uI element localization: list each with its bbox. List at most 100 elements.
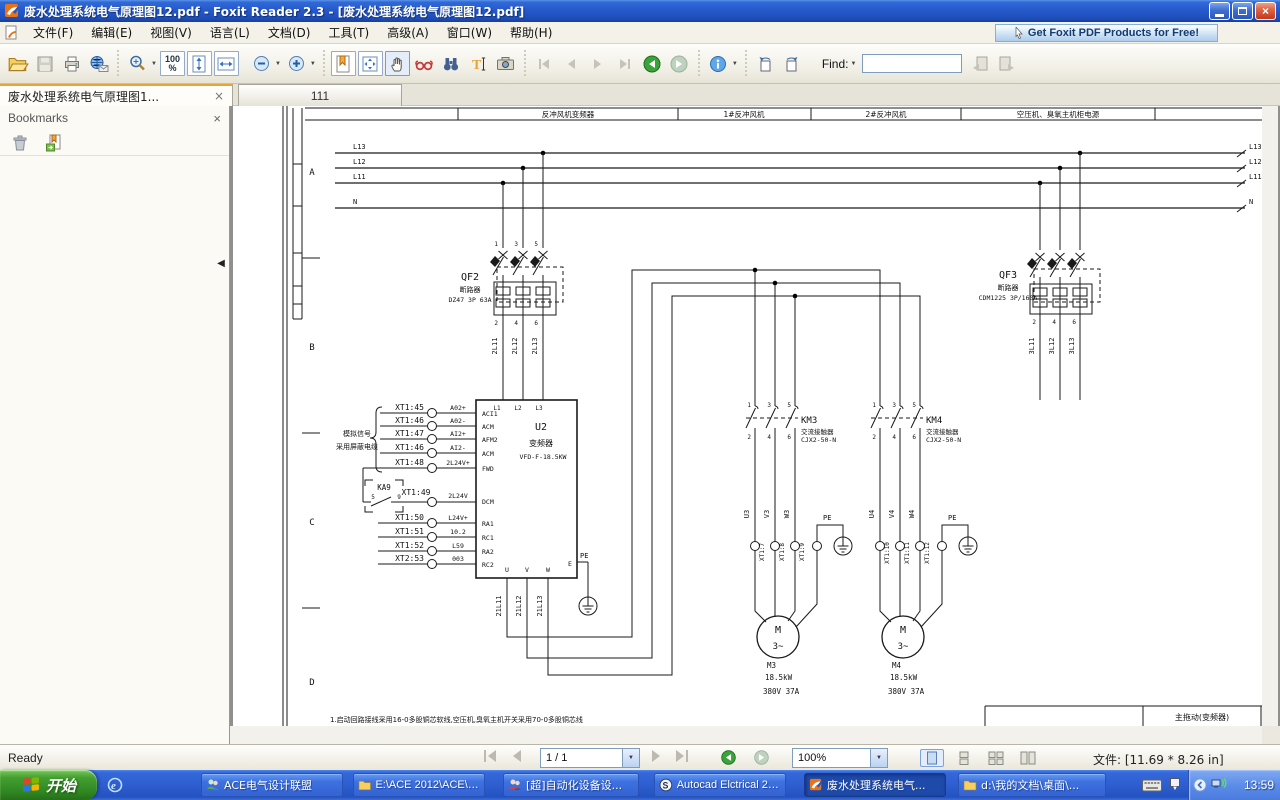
header-cell-4: 空压机、臭氧主机柜电源 bbox=[1017, 109, 1100, 119]
quick-launch-ie[interactable]: e bbox=[104, 774, 126, 796]
facing-layout-button[interactable] bbox=[984, 749, 1008, 767]
foxit-promo-banner[interactable]: Get Foxit PDF Products for Free! bbox=[995, 24, 1218, 42]
menu-window[interactable]: 窗口(W) bbox=[438, 21, 501, 44]
next-page-button[interactable] bbox=[585, 50, 612, 77]
find-caret[interactable]: ▼ bbox=[851, 61, 857, 67]
hand-tool-button[interactable] bbox=[385, 51, 410, 76]
vertical-scrollbar[interactable] bbox=[1262, 106, 1278, 726]
u2-w: W bbox=[546, 566, 550, 574]
km3-term: 2 bbox=[747, 434, 751, 441]
menu-document[interactable]: 文档(D) bbox=[259, 21, 320, 44]
print-button[interactable] bbox=[58, 50, 85, 77]
back-status-button[interactable] bbox=[720, 749, 737, 766]
close-button[interactable]: × bbox=[1255, 2, 1276, 20]
reader-mode-button[interactable] bbox=[411, 50, 438, 77]
tab-second[interactable]: 111 bbox=[238, 84, 402, 106]
qf2-wire-1: 2L11 bbox=[491, 338, 499, 355]
m4-symbol: M bbox=[900, 625, 906, 636]
hide-icons-chevron[interactable] bbox=[1193, 778, 1207, 792]
email-button[interactable] bbox=[85, 50, 112, 77]
menu-view[interactable]: 视图(V) bbox=[141, 21, 201, 44]
last-page-status-button[interactable] bbox=[676, 750, 688, 762]
zoom-tool-button[interactable] bbox=[124, 50, 151, 77]
next-page-status-button[interactable] bbox=[652, 750, 660, 762]
sidebar-collapse-handle[interactable]: ◀ bbox=[213, 250, 229, 276]
menu-help[interactable]: 帮助(H) bbox=[501, 21, 561, 44]
zoom-combo[interactable]: 100% ▼ bbox=[792, 748, 888, 768]
km3-term: 5 bbox=[787, 402, 791, 409]
pdf-page[interactable]: 反冲风机变频器 1#反冲风机 2#反冲风机 空压机、臭氧主机柜电源 A B C … bbox=[230, 106, 1262, 726]
forward-button[interactable] bbox=[666, 50, 693, 77]
zoom-out-button[interactable] bbox=[248, 50, 275, 77]
continuous-layout-button[interactable] bbox=[952, 749, 976, 767]
scrollbar-corner bbox=[1262, 726, 1280, 744]
zoom-in-caret[interactable]: ▼ bbox=[310, 61, 316, 67]
zoom-100-button[interactable]: 100% bbox=[160, 51, 185, 76]
taskbar-item-explorer-docs[interactable]: d:\我的文档\桌面\... bbox=[958, 773, 1106, 797]
search-button[interactable] bbox=[438, 50, 465, 77]
qf2-term: 1 bbox=[494, 241, 498, 248]
taskbar-item-autocad[interactable]: S Autocad Elctrical 20... bbox=[654, 773, 786, 797]
restore-button[interactable] bbox=[1232, 2, 1253, 20]
taskbar-item-ace-forum[interactable]: ACE电气设计联盟 bbox=[201, 773, 343, 797]
taskbar-item-foxit-active[interactable]: 废水处理系统电气... bbox=[804, 773, 946, 797]
page-number-combo[interactable]: 1 / 1 ▼ bbox=[540, 748, 640, 768]
menu-advanced[interactable]: 高级(A) bbox=[378, 21, 438, 44]
prev-page-button[interactable] bbox=[558, 50, 585, 77]
text-select-button[interactable]: T bbox=[465, 50, 492, 77]
find-next-button[interactable] bbox=[993, 50, 1020, 77]
forward-status-button[interactable] bbox=[753, 749, 770, 766]
foxit-icon bbox=[809, 778, 823, 792]
rotate-ccw-icon bbox=[755, 54, 775, 74]
panel-close-icon[interactable]: × bbox=[213, 111, 221, 126]
page-combo-dropdown[interactable]: ▼ bbox=[622, 749, 639, 767]
wire-label: 2L24V+ bbox=[446, 459, 470, 467]
last-page-button[interactable] bbox=[612, 50, 639, 77]
taskbar-item-automation-chat[interactable]: [超]自动化设备设... bbox=[503, 773, 639, 797]
horizontal-scrollbar[interactable] bbox=[230, 726, 1262, 744]
zoom-tool-caret[interactable]: ▼ bbox=[151, 61, 157, 67]
start-button[interactable]: 开始 bbox=[0, 770, 97, 800]
fit-width-button[interactable] bbox=[214, 51, 239, 76]
find-prev-button[interactable] bbox=[966, 50, 993, 77]
save-button[interactable] bbox=[31, 50, 58, 77]
u2-pin: RC1 bbox=[482, 534, 494, 542]
fit-page-button[interactable] bbox=[187, 51, 212, 76]
bookmark-toggle-button[interactable] bbox=[331, 51, 356, 76]
info-caret[interactable]: ▼ bbox=[732, 61, 738, 67]
fit-width-icon bbox=[216, 55, 236, 73]
prev-page-status-button[interactable] bbox=[513, 750, 521, 762]
menu-file[interactable]: 文件(F) bbox=[24, 21, 82, 44]
fit-visible-button[interactable] bbox=[358, 51, 383, 76]
rotate-ccw-button[interactable] bbox=[752, 50, 779, 77]
back-button[interactable] bbox=[639, 50, 666, 77]
open-button[interactable] bbox=[4, 50, 31, 77]
single-page-layout-button[interactable] bbox=[920, 749, 944, 767]
u2-pe-label: PE bbox=[580, 552, 588, 560]
tab-close-icon[interactable]: × bbox=[214, 89, 224, 103]
taskbar-item-explorer-ace[interactable]: E:\ACE 2012\ACE\A... bbox=[353, 773, 485, 797]
tab-document[interactable]: 废水处理系统电气原理图1... × bbox=[0, 84, 233, 106]
find-input[interactable] bbox=[862, 54, 962, 73]
info-button[interactable] bbox=[705, 50, 732, 77]
menu-language[interactable]: 语言(L) bbox=[201, 21, 259, 44]
zoom-in-button[interactable] bbox=[283, 50, 310, 77]
rotate-cw-button[interactable] bbox=[779, 50, 806, 77]
document-icon bbox=[4, 25, 20, 41]
language-indicator[interactable]: ▼ bbox=[1170, 778, 1180, 792]
first-page-button[interactable] bbox=[531, 50, 558, 77]
continuous-facing-layout-button[interactable] bbox=[1016, 749, 1040, 767]
minimize-button[interactable] bbox=[1209, 2, 1230, 20]
network-status-icon[interactable] bbox=[1211, 778, 1227, 792]
delete-bookmark-icon[interactable] bbox=[10, 133, 30, 153]
cursor-arrow-icon bbox=[1014, 27, 1024, 39]
menu-edit[interactable]: 编辑(E) bbox=[82, 21, 141, 44]
zoom-combo-dropdown[interactable]: ▼ bbox=[870, 749, 887, 767]
keyboard-icon[interactable] bbox=[1142, 779, 1162, 792]
menu-tools[interactable]: 工具(T) bbox=[319, 21, 378, 44]
zoom-out-caret[interactable]: ▼ bbox=[275, 61, 281, 67]
export-bookmark-icon[interactable] bbox=[44, 133, 64, 153]
snapshot-button[interactable] bbox=[492, 50, 519, 77]
first-page-status-button[interactable] bbox=[484, 750, 496, 762]
u2-pin: ACM bbox=[482, 450, 494, 458]
